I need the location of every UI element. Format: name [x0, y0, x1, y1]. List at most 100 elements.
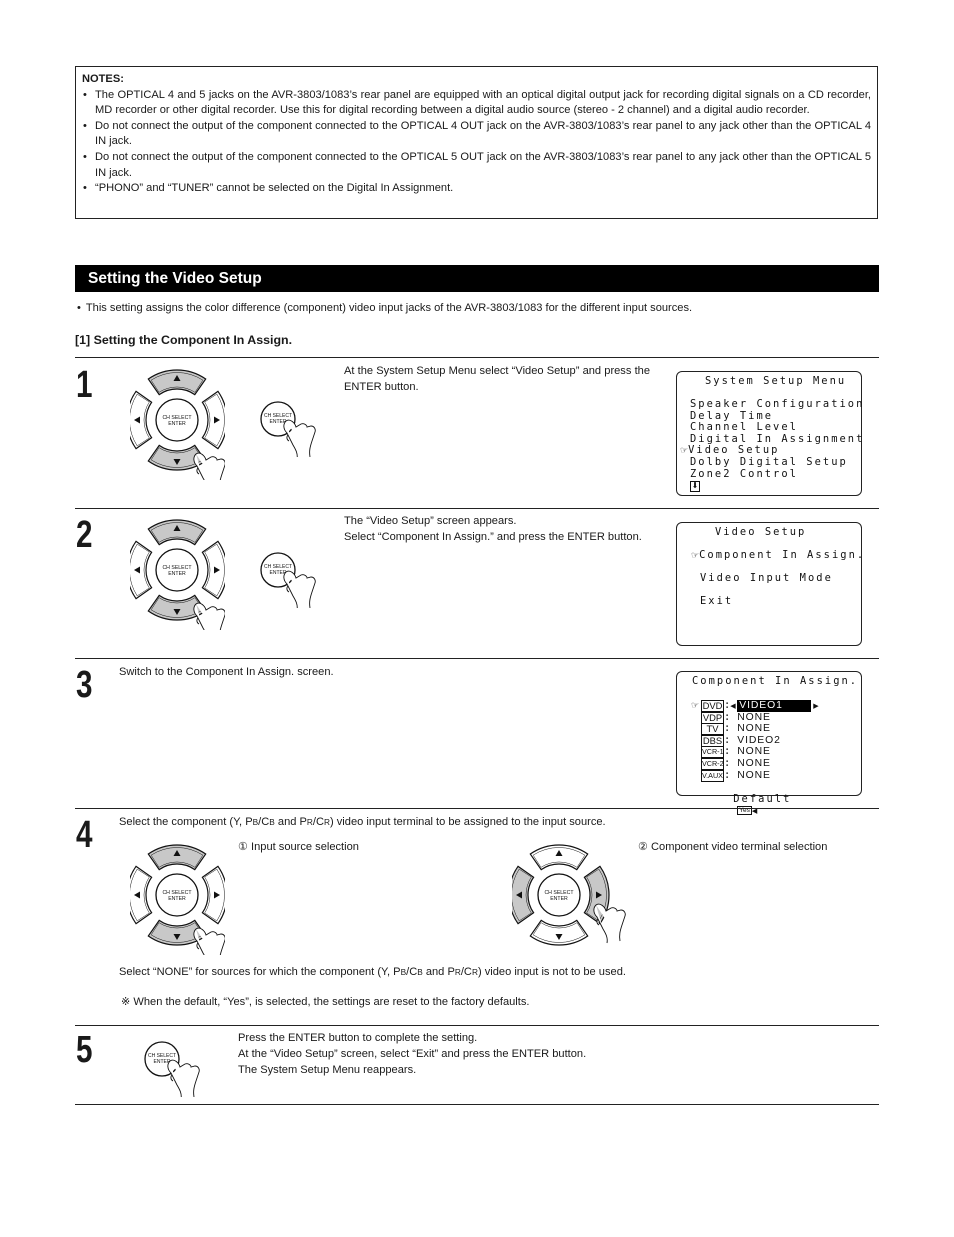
step-2-line: The “Video Setup” screen appears.	[344, 515, 517, 527]
osd-menu-item[interactable]: Dolby Digital Setup	[690, 456, 848, 469]
divider	[75, 1104, 879, 1105]
sub-step-component-terminal: ② Component video terminal selection	[638, 841, 828, 853]
osd-assign-row[interactable]: V.AUX: NONE	[691, 768, 771, 782]
right-arrow-icon[interactable]: ▶	[813, 702, 818, 710]
step-5-line: Press the ENTER button to complete the s…	[238, 1032, 478, 1044]
step-5-line: The System Setup Menu reappears.	[238, 1064, 417, 1076]
osd-default-row[interactable]: Default Yes ◀	[700, 782, 791, 829]
step-4-text: Select the component (Y, PB/CB and PR/CR…	[119, 814, 606, 830]
step-4-note: Select “NONE” for sources for which the …	[119, 964, 626, 980]
assigned-value: NONE	[737, 758, 771, 769]
osd-assign-row[interactable]: VDP: NONE	[691, 710, 771, 724]
text-segment: /C	[406, 966, 418, 978]
separator: :	[724, 768, 731, 781]
osd-menu-item[interactable]: Video Input Mode	[700, 572, 833, 585]
step-4-footnote: ※ When the default, “Yes”, is selected, …	[121, 996, 530, 1008]
enter-button-label: ENTER	[168, 571, 186, 577]
sub-step-input-source: ① Input source selection	[238, 841, 359, 853]
enter-button-label: ENTER	[550, 896, 568, 902]
step-number: 5	[76, 1029, 93, 1071]
source-tag: VDP	[701, 711, 724, 724]
note-item: The OPTICAL 4 and 5 jacks on the AVR-380…	[82, 88, 871, 119]
source-tag: TV	[701, 723, 724, 736]
osd-menu-item-label: Component In Assign.	[699, 549, 866, 561]
enter-button-illustration: CH SELECTENTER	[144, 1041, 200, 1097]
bullet: •	[77, 302, 81, 314]
note-item: “PHONO” and “TUNER” cannot be selected o…	[82, 181, 871, 197]
enter-button-label: ENTER	[168, 421, 186, 427]
osd-title: Component In Assign.	[692, 675, 859, 687]
step-number: 1	[76, 364, 93, 406]
text-segment: and P	[274, 816, 307, 828]
step-5-text: Press the ENTER button to complete the s…	[238, 1030, 586, 1078]
step-3-text: Switch to the Component In Assign. scree…	[119, 666, 334, 678]
subheading: [1] Setting the Component In Assign.	[75, 333, 293, 347]
pressing-hand-icon	[193, 927, 225, 955]
step-1-text: At the System Setup Menu select “Video S…	[344, 365, 650, 393]
enter-button-illustration: CH SELECTENTER	[260, 552, 316, 608]
right-arrow-button	[201, 390, 225, 450]
assigned-value: VIDEO2	[737, 734, 781, 746]
cursor-hand-icon: ☞	[680, 446, 689, 457]
step-number: 3	[76, 664, 93, 706]
right-arrow-button	[201, 865, 225, 925]
left-arrow-button	[130, 540, 153, 600]
left-arrow-button	[130, 865, 153, 925]
osd-menu-item-selected[interactable]: ☞Component In Assign.	[691, 549, 866, 563]
text-segment: ) video input terminal to be assigned to…	[329, 816, 606, 828]
remote-dpad-illustration: CH SELECTENTER	[130, 369, 225, 480]
text-segment: /C	[460, 966, 472, 978]
assigned-value: VIDEO1	[737, 700, 812, 712]
pressing-hand-icon	[193, 602, 225, 630]
step-2-text: The “Video Setup” screen appears. Select…	[344, 513, 650, 545]
note-item: Do not connect the output of the compone…	[82, 119, 871, 150]
scroll-down-icon[interactable]: ⬇	[690, 481, 700, 492]
remote-dpad-illustration: CH SELECTENTER	[130, 844, 225, 955]
osd-assign-row[interactable]: VCR-2: NONE	[691, 757, 771, 770]
left-arrow-button	[512, 865, 535, 925]
text-segment: Select “NONE” for sources for which the …	[119, 966, 401, 978]
assigned-value: NONE	[737, 769, 771, 781]
osd-menu-item[interactable]: Speaker Configuration	[690, 398, 864, 411]
step-5-line: At the “Video Setup” screen, select “Exi…	[238, 1048, 587, 1060]
up-arrow-button	[147, 844, 207, 871]
default-label: Default	[733, 792, 792, 805]
osd-menu-item-label: Video Setup	[688, 444, 780, 457]
source-tag: VCR-2	[701, 758, 724, 770]
enter-button-illustration: CH SELECTENTER	[260, 401, 316, 457]
up-arrow-button	[529, 844, 589, 871]
osd-component-in-assign: Component In Assign. ☞ DVD:◀ VIDEO1 ▶ VDP: NO…	[676, 671, 862, 815]
step-number: 2	[76, 514, 93, 556]
osd-title: System Setup Menu	[705, 375, 847, 387]
osd-system-setup-menu: System Setup Menu Speaker Configuration …	[676, 371, 862, 496]
notes-list: The OPTICAL 4 and 5 jacks on the AVR-380…	[82, 88, 871, 197]
divider	[75, 357, 879, 358]
text-segment: ) video input is not to be used.	[477, 966, 626, 978]
step-2-line: Select “Component In Assign.” and press …	[344, 531, 642, 543]
notes-title: NOTES:	[82, 73, 124, 85]
down-arrow-button	[529, 919, 589, 946]
enter-button-label: ENTER	[168, 896, 186, 902]
source-tag: DBS	[701, 734, 724, 747]
remote-dpad-illustration: CH SELECTENTER	[512, 844, 626, 946]
separator: :	[724, 722, 731, 735]
section-title: Setting the Video Setup	[75, 265, 879, 292]
right-arrow-button	[201, 540, 225, 600]
source-tag: V.AUX	[701, 769, 724, 782]
separator: :	[724, 710, 731, 723]
note-item: Do not connect the output of the compone…	[82, 150, 871, 181]
separator: :	[724, 757, 731, 769]
osd-assign-row[interactable]: DBS: VIDEO2	[691, 734, 781, 747]
osd-menu-item[interactable]: Exit	[700, 595, 733, 608]
osd-assign-row[interactable]: TV: NONE	[691, 722, 771, 736]
osd-title: Video Setup	[715, 526, 807, 538]
step-number: 4	[76, 814, 93, 856]
assigned-value: NONE	[737, 711, 771, 723]
divider	[75, 508, 879, 509]
remote-dpad-illustration: CH SELECTENTER	[130, 519, 225, 630]
left-arrow-button	[130, 390, 153, 450]
osd-assign-row[interactable]: VCR-1: NONE	[691, 745, 771, 759]
text-segment: /C	[312, 816, 324, 828]
separator: :	[724, 745, 731, 758]
osd-menu-item[interactable]: Zone2 Control	[690, 468, 798, 481]
